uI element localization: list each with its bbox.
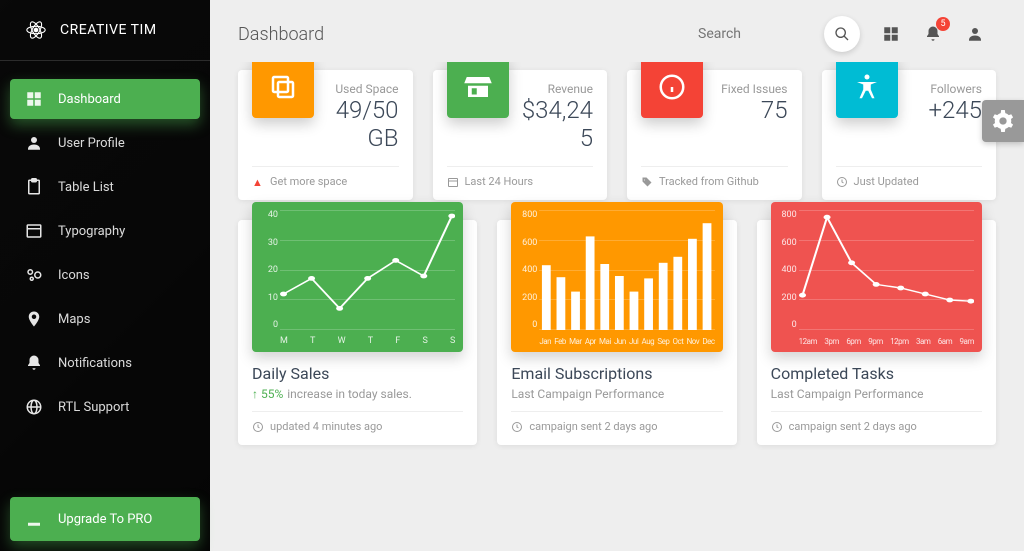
upgrade-label: Upgrade To PRO: [58, 512, 152, 527]
chart-card-daily-sales: 403020100 MTWTFSS Daily Sales ↑ 55% incr…: [238, 220, 477, 445]
chart-footer: campaign sent 2 days ago: [771, 411, 982, 433]
chart-email-subs: 8006004002000 JanFebMarAprMaiJunJulAugSe…: [511, 202, 722, 352]
dashboard-top-icon[interactable]: [880, 23, 902, 45]
sidebar-item-rtl[interactable]: RTL Support: [10, 387, 200, 427]
upgrade-wrap: Upgrade To PRO: [0, 487, 210, 551]
sidebar-item-maps[interactable]: Maps: [10, 299, 200, 339]
clock-icon: [836, 176, 848, 188]
accessibility-icon: [836, 62, 898, 118]
chart-daily-sales: 403020100 MTWTFSS: [252, 202, 463, 352]
stat-value: 49/50 GB: [322, 96, 399, 152]
stat-value: $34,245: [517, 96, 594, 152]
dashboard-icon: [24, 89, 44, 109]
chart-footer: campaign sent 2 days ago: [511, 411, 722, 433]
notifications-top-icon[interactable]: 5: [922, 23, 944, 45]
page-title: Dashboard: [238, 24, 324, 45]
search-button[interactable]: [824, 16, 860, 52]
stat-label: Revenue: [517, 82, 594, 96]
stat-footer: Last 24 Hours: [447, 166, 594, 188]
stat-label: Used Space: [322, 82, 399, 96]
warning-icon: ▲: [252, 176, 264, 188]
content: Used Space49/50 GB ▲Get more space Reven…: [210, 62, 1024, 551]
tag-icon: [641, 176, 653, 188]
sidebar-item-typography[interactable]: Typography: [10, 211, 200, 251]
react-icon: [24, 18, 48, 42]
globe-icon: [24, 397, 44, 417]
gear-icon: [992, 110, 1014, 132]
clock-icon: [511, 421, 523, 433]
stat-value: +245: [906, 96, 983, 124]
sidebar-item-label: Icons: [58, 268, 90, 283]
chart-completed-tasks: 8006004002000 12am3pm6pm9pm12pm3am6am9am: [771, 202, 982, 352]
store-icon: [447, 62, 509, 118]
chart-row: 403020100 MTWTFSS Daily Sales ↑ 55% incr…: [238, 220, 996, 445]
calendar-icon: [447, 176, 459, 188]
chart-card-completed-tasks: 8006004002000 12am3pm6pm9pm12pm3am6am9am…: [757, 220, 996, 445]
bubble-icon: [24, 265, 44, 285]
chart-title: Completed Tasks: [771, 364, 982, 383]
clock-icon: [771, 421, 783, 433]
main: Dashboard 5 Used Space49/50 GB ▲Get more…: [210, 0, 1024, 551]
chart-subtitle: Last Campaign Performance: [771, 387, 982, 401]
sidebar-item-dashboard[interactable]: Dashboard: [10, 79, 200, 119]
chart-subtitle: Last Campaign Performance: [511, 387, 722, 401]
sidebar-item-user-profile[interactable]: User Profile: [10, 123, 200, 163]
stat-card-revenue: Revenue$34,245 Last 24 Hours: [433, 70, 608, 200]
bell-icon: [24, 353, 44, 373]
settings-floating-button[interactable]: [982, 100, 1024, 142]
upgrade-button[interactable]: Upgrade To PRO: [10, 497, 200, 541]
search-icon: [834, 26, 850, 42]
stat-footer[interactable]: ▲Get more space: [252, 166, 399, 188]
stat-label: Followers: [906, 82, 983, 96]
download-icon: [24, 509, 44, 529]
account-top-icon[interactable]: [964, 23, 986, 45]
pin-icon: [24, 309, 44, 329]
chart-subtitle: ↑ 55% increase in today sales.: [252, 387, 463, 401]
chart-title: Email Subscriptions: [511, 364, 722, 383]
sidebar-item-label: Dashboard: [58, 92, 121, 107]
stat-footer: Tracked from Github: [641, 166, 788, 188]
sidebar-item-table-list[interactable]: Table List: [10, 167, 200, 207]
nav: Dashboard User Profile Table List Typogr…: [0, 61, 210, 487]
arrow-up-icon: ↑ 55%: [252, 387, 283, 401]
sidebar-item-label: Table List: [58, 180, 114, 195]
sidebar-item-label: Notifications: [58, 356, 132, 371]
info-icon: [641, 62, 703, 118]
search-input[interactable]: [694, 20, 814, 48]
sidebar-item-label: Maps: [58, 312, 90, 327]
brand-name: CREATIVE TIM: [60, 22, 157, 38]
chart-footer: updated 4 minutes ago: [252, 411, 463, 433]
stat-card-followers: Followers+245 Just Updated: [822, 70, 997, 200]
stat-card-used-space: Used Space49/50 GB ▲Get more space: [238, 70, 413, 200]
stat-label: Fixed Issues: [711, 82, 788, 96]
chart-title: Daily Sales: [252, 364, 463, 383]
person-icon: [24, 133, 44, 153]
copy-icon: [252, 62, 314, 118]
notification-badge: 5: [936, 17, 950, 31]
clock-icon: [252, 421, 264, 433]
library-icon: [24, 221, 44, 241]
sidebar-item-icons[interactable]: Icons: [10, 255, 200, 295]
sidebar-item-label: RTL Support: [58, 400, 129, 415]
sidebar: CREATIVE TIM Dashboard User Profile Tabl…: [0, 0, 210, 551]
clipboard-icon: [24, 177, 44, 197]
chart-card-email-subs: 8006004002000 JanFebMarAprMaiJunJulAugSe…: [497, 220, 736, 445]
sidebar-item-notifications[interactable]: Notifications: [10, 343, 200, 383]
brand[interactable]: CREATIVE TIM: [0, 0, 210, 61]
topbar: Dashboard 5: [210, 0, 1024, 62]
stat-row: Used Space49/50 GB ▲Get more space Reven…: [238, 70, 996, 200]
stat-footer: Just Updated: [836, 166, 983, 188]
stat-value: 75: [711, 96, 788, 124]
stat-card-fixed-issues: Fixed Issues75 Tracked from Github: [627, 70, 802, 200]
sidebar-item-label: Typography: [58, 224, 125, 239]
sidebar-item-label: User Profile: [58, 136, 125, 151]
